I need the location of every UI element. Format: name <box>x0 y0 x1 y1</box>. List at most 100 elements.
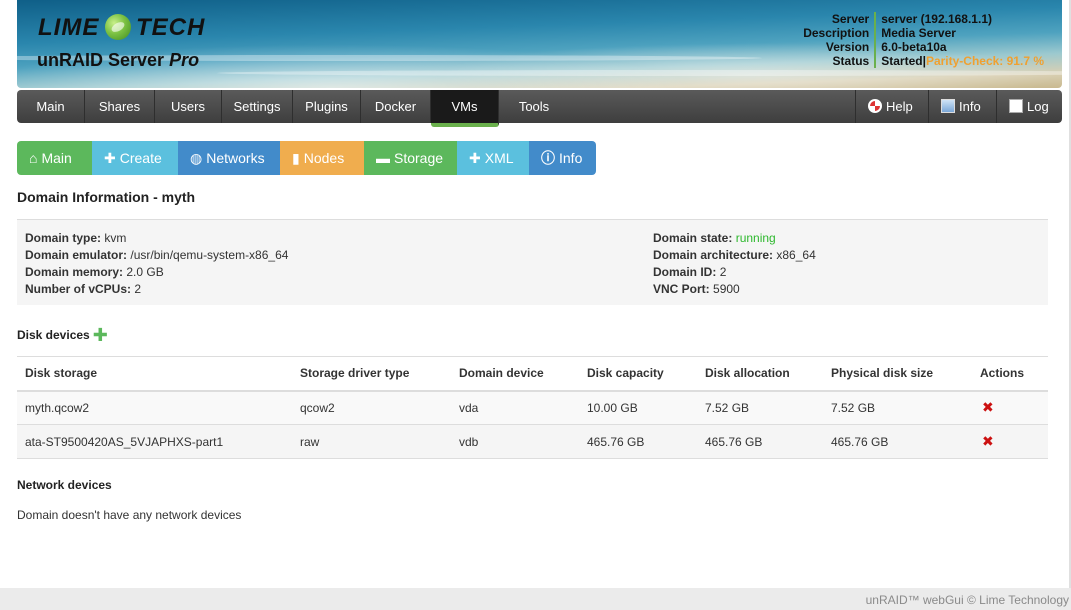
nav-tab-users[interactable]: Users <box>155 90 222 123</box>
nav-tab-plugins[interactable]: Plugins <box>293 90 361 123</box>
domain-memory-label: Domain memory: <box>25 265 124 279</box>
subnav-xml-button[interactable]: ✚ XML <box>457 141 529 175</box>
physical-size-cell: 7.52 GB <box>823 390 972 425</box>
network-devices-title: Network devices <box>17 478 112 492</box>
domain-device-cell: vdb <box>451 424 579 459</box>
nav-log-label: Log <box>1027 99 1049 114</box>
domain-device-cell: vda <box>451 390 579 425</box>
logo-word-tech: TECH <box>136 14 206 41</box>
delete-disk-icon[interactable]: ✖ <box>982 433 994 449</box>
nav-help[interactable]: Help <box>855 90 923 123</box>
subnav-nodes-label: Nodes <box>303 150 345 166</box>
bar-chart-icon: ▮ <box>292 150 300 166</box>
domain-info-title: Domain Information - myth <box>17 189 196 205</box>
col-disk-capacity: Disk capacity <box>579 356 697 392</box>
subnav-networks-label: Networks <box>206 150 265 166</box>
subnav-storage-label: Storage <box>394 150 444 166</box>
allocation-cell: 7.52 GB <box>697 390 823 425</box>
col-disk-allocation: Disk allocation <box>697 356 823 392</box>
driver-type-cell: raw <box>292 424 451 459</box>
disk-storage-cell: ata-ST9500420AS_5VJAPHXS-part1 <box>17 424 292 459</box>
col-disk-storage: Disk storage <box>17 356 292 392</box>
subnav-create-label: Create <box>119 150 162 166</box>
disk-devices-title: Disk devices ✚ <box>17 325 108 346</box>
table-row: ata-ST9500420AS_5VJAPHXS-part1 raw vdb 4… <box>17 424 1048 459</box>
document-icon <box>1009 99 1023 113</box>
domain-emulator-value: /usr/bin/qemu-system-x86_64 <box>130 248 289 262</box>
actions-cell: ✖ <box>972 390 1048 425</box>
logo-word-lime: LIME <box>38 14 100 41</box>
nav-tab-shares[interactable]: Shares <box>85 90 155 123</box>
disk-devices-label: Disk devices <box>17 328 90 342</box>
col-domain-device: Domain device <box>451 356 579 392</box>
subnav-create-button[interactable]: ✚ Create <box>92 141 178 175</box>
server-info: Server server (192.168.1.1) Description … <box>803 12 1044 68</box>
actions-cell: ✖ <box>972 424 1048 459</box>
subnav-xml-label: XML <box>484 150 514 166</box>
subnav-info-button[interactable]: ⓘ Info <box>529 141 596 175</box>
server-value: server (192.168.1.1) <box>874 12 1044 26</box>
domain-arch-label: Domain architecture: <box>653 248 774 262</box>
domain-type-label: Domain type: <box>25 231 102 245</box>
domain-info-left: Domain type: kvm Domain emulator: /usr/b… <box>25 230 288 298</box>
subnav-info-label: Info <box>559 150 583 166</box>
plus-icon: ✚ <box>104 150 116 166</box>
subnav-nodes-button[interactable]: ▮ Nodes <box>280 141 364 175</box>
vnc-port-row: VNC Port: 5900 <box>653 281 816 298</box>
driver-type-cell: qcow2 <box>292 390 451 425</box>
domain-type-value: kvm <box>104 231 127 245</box>
status-value: Started|Parity-Check: 91.7 % <box>874 54 1044 68</box>
nav-tab-main[interactable]: Main <box>17 90 85 123</box>
logo-ball-icon <box>104 14 131 40</box>
monitor-icon <box>941 99 955 113</box>
hdd-icon: ▬ <box>376 150 390 166</box>
col-driver-type: Storage driver type <box>292 356 451 392</box>
description-label: Description <box>803 26 870 40</box>
subnav-main-label: Main <box>41 150 72 166</box>
subnav-main-button[interactable]: ⌂ Main <box>17 141 92 175</box>
no-network-message: Domain doesn't have any network devices <box>17 508 242 522</box>
domain-state-value: running <box>735 231 776 245</box>
status-text: Started <box>881 54 923 68</box>
domain-vcpus-value: 2 <box>134 282 142 296</box>
subnav-storage-button[interactable]: ▬ Storage <box>364 141 457 175</box>
nav-info[interactable]: Info <box>928 90 992 123</box>
globe-icon: ◍ <box>190 150 203 166</box>
nav-log[interactable]: Log <box>996 90 1062 123</box>
nav-tab-vms[interactable]: VMs <box>431 90 499 127</box>
product-title: unRAID Server Pro <box>37 50 199 71</box>
version-value: 6.0-beta10a <box>874 40 1044 54</box>
plus-icon: ✚ <box>469 150 481 166</box>
product-name: unRAID Server <box>37 50 165 70</box>
home-icon: ⌂ <box>29 150 38 166</box>
domain-state-label: Domain state: <box>653 231 733 245</box>
main-nav: Main Shares Users Settings Plugins Docke… <box>17 90 1062 127</box>
capacity-cell: 10.00 GB <box>579 390 697 425</box>
domain-id-value: 2 <box>719 265 727 279</box>
domain-vcpus-label: Number of vCPUs: <box>25 282 132 296</box>
disk-storage-cell: myth.qcow2 <box>17 390 292 425</box>
add-disk-icon[interactable]: ✚ <box>93 325 108 346</box>
delete-disk-icon[interactable]: ✖ <box>982 399 994 415</box>
domain-vcpus-row: Number of vCPUs: 2 <box>25 281 288 298</box>
footer-text: unRAID™ webGui © Lime Technology <box>865 593 1069 607</box>
domain-type-row: Domain type: kvm <box>25 230 288 247</box>
vnc-port-value: 5900 <box>713 282 740 296</box>
nav-tab-docker[interactable]: Docker <box>361 90 431 123</box>
allocation-cell: 465.76 GB <box>697 424 823 459</box>
disk-devices-table: Disk storage Storage driver type Domain … <box>17 356 1048 459</box>
domain-arch-row: Domain architecture: x86_64 <box>653 247 816 264</box>
info-circle-icon: ⓘ <box>541 150 555 166</box>
header-banner: LIME TECH unRAID Server Pro Server serve… <box>17 0 1062 88</box>
col-actions: Actions <box>972 356 1048 392</box>
nav-tab-tools[interactable]: Tools <box>499 90 569 123</box>
nav-help-label: Help <box>886 99 913 114</box>
domain-memory-value: 2.0 GB <box>126 265 164 279</box>
table-header-row: Disk storage Storage driver type Domain … <box>17 356 1048 392</box>
lifebuoy-icon <box>868 99 882 113</box>
domain-memory-row: Domain memory: 2.0 GB <box>25 264 288 281</box>
table-row: myth.qcow2 qcow2 vda 10.00 GB 7.52 GB 7.… <box>17 390 1048 425</box>
subnav-networks-button[interactable]: ◍ Networks <box>178 141 280 175</box>
capacity-cell: 465.76 GB <box>579 424 697 459</box>
nav-tab-settings[interactable]: Settings <box>222 90 293 123</box>
